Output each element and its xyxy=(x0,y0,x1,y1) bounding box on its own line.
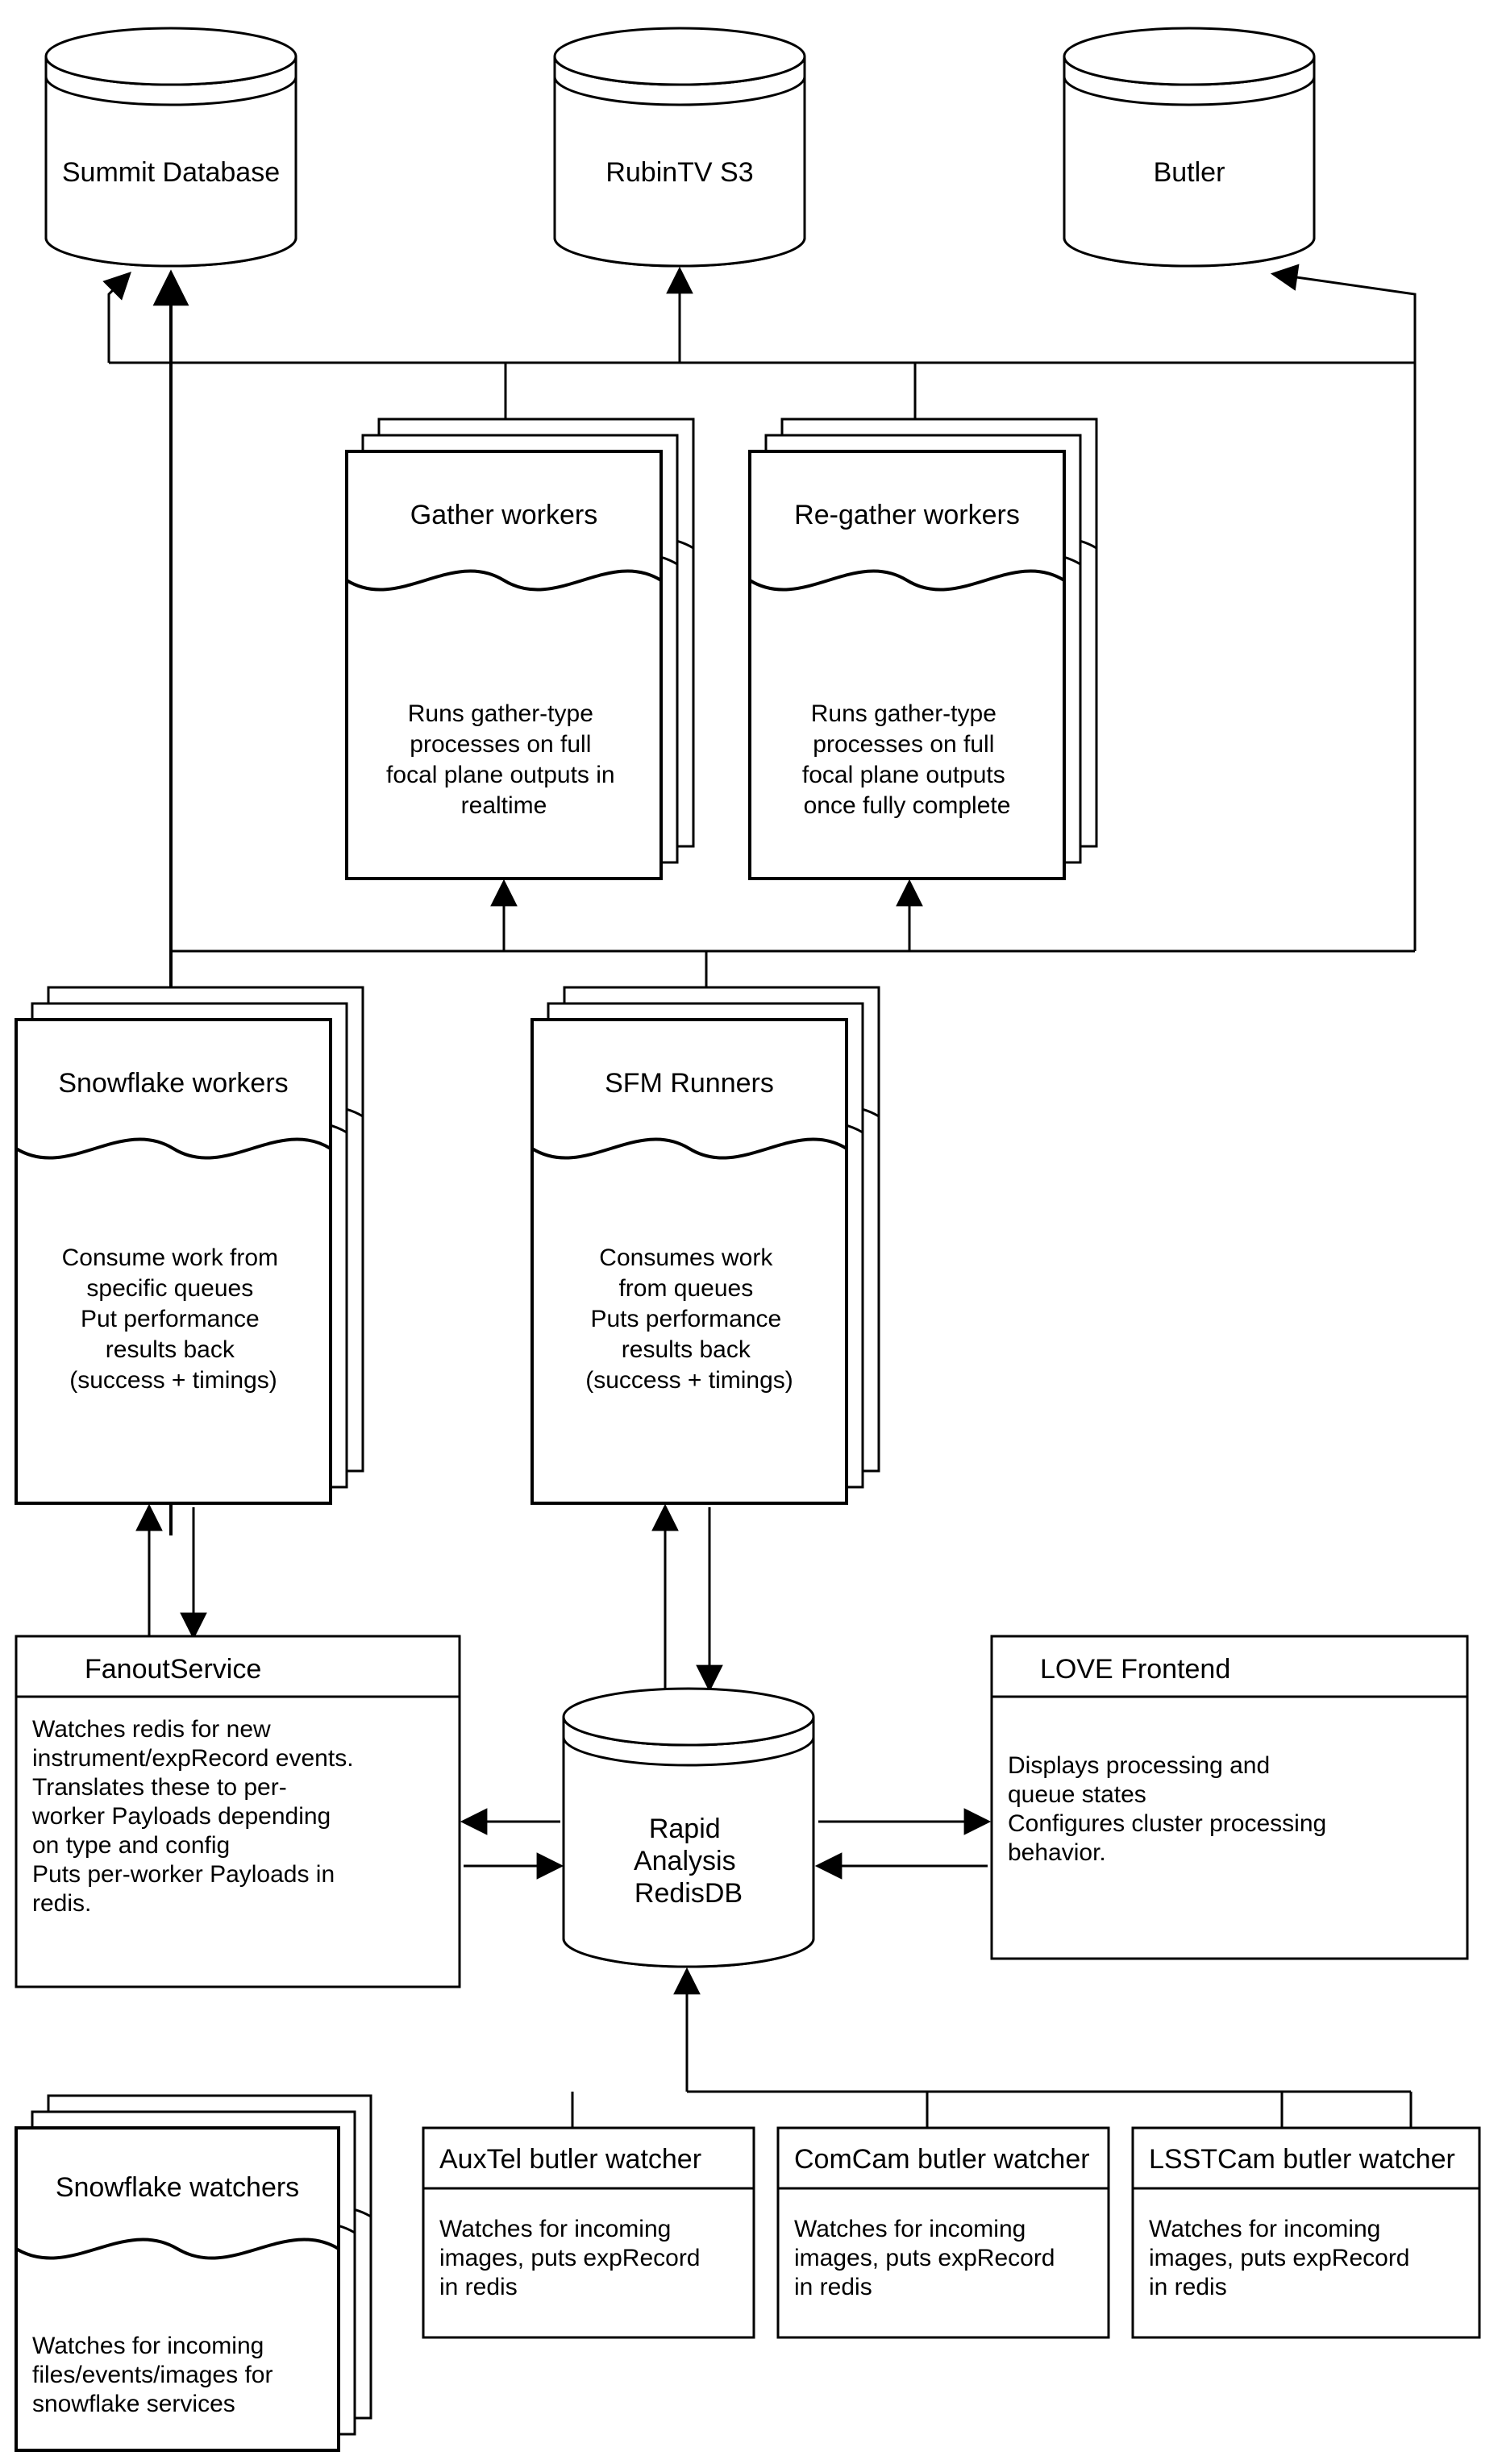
regather-workers-title: Re-gather workers xyxy=(794,500,1020,530)
butler-db: Butler xyxy=(1064,28,1314,266)
sfm-runners-stack: SFM Runners Consumes work from queues Pu… xyxy=(532,987,879,1503)
lsstcam-title: LSSTCam butler watcher xyxy=(1149,2144,1455,2175)
auxtel-title: AuxTel butler watcher xyxy=(439,2144,701,2175)
sfm-runners-desc: Consumes work from queues Puts performan… xyxy=(585,1244,793,1394)
love-title: LOVE Frontend xyxy=(1040,1654,1230,1685)
snowflake-watchers-stack: Snowflake watchers Watches for incoming … xyxy=(16,2096,371,2450)
regather-workers-stack: Re-gather workers Runs gather-type proce… xyxy=(750,419,1096,879)
auxtel-block: AuxTel butler watcher Watches for incomi… xyxy=(423,2128,754,2337)
summit-db: Summit Database xyxy=(46,28,296,266)
snowflake-workers-stack: Snowflake workers Consume work from spec… xyxy=(16,987,363,1503)
snowflake-watchers-title: Snowflake watchers xyxy=(56,2172,299,2203)
redis-db: Rapid Analysis RedisDB xyxy=(564,1689,813,1967)
gather-workers-stack: Gather workers Runs gather-type processe… xyxy=(347,419,693,879)
fanout-title: FanoutService xyxy=(85,1654,261,1685)
rubin-db: RubinTV S3 xyxy=(555,28,805,266)
gather-workers-title: Gather workers xyxy=(410,500,597,530)
fanout-desc: Watches redis for new instrument/expReco… xyxy=(31,1716,360,1917)
rubin-db-label: RubinTV S3 xyxy=(605,157,753,188)
redis-db-label: Rapid Analysis RedisDB xyxy=(634,1814,743,1909)
comcam-block: ComCam butler watcher Watches for incomi… xyxy=(778,2128,1109,2337)
butler-db-label: Butler xyxy=(1154,157,1225,188)
summit-db-label: Summit Database xyxy=(62,157,280,188)
love-block: LOVE Frontend Displays processing and qu… xyxy=(992,1636,1467,1959)
lsstcam-block: LSSTCam butler watcher Watches for incom… xyxy=(1133,2128,1479,2337)
snowflake-workers-title: Snowflake workers xyxy=(58,1068,288,1099)
sfm-runners-title: SFM Runners xyxy=(605,1068,774,1099)
fanout-block: FanoutService Watches redis for new inst… xyxy=(16,1636,460,1987)
comcam-title: ComCam butler watcher xyxy=(794,2144,1090,2175)
snowflake-workers-desc: Consume work from specific queues Put pe… xyxy=(62,1244,285,1394)
